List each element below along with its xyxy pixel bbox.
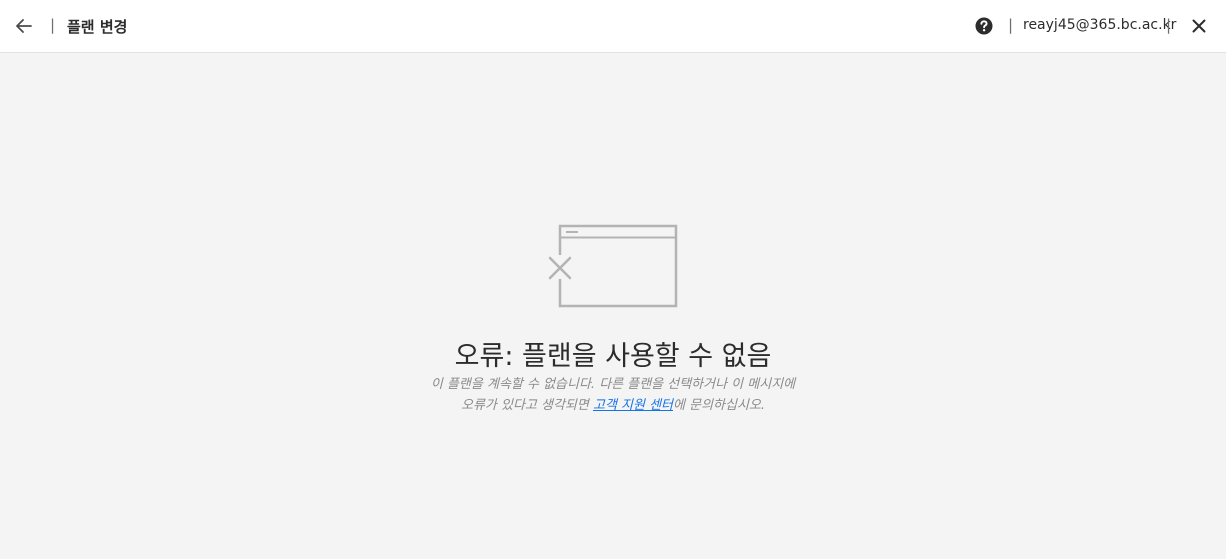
page-title: 플랜 변경 [67, 18, 128, 36]
header-separator: | [1166, 16, 1172, 34]
back-button[interactable] [12, 14, 36, 38]
error-description-text-end: 에 문의하십시오. [673, 398, 766, 413]
user-email: reayj45@365.bc.ac.kr [1023, 17, 1177, 33]
arrow-left-icon [16, 19, 32, 33]
header-separator: | [1008, 16, 1014, 34]
close-button[interactable] [1187, 14, 1211, 38]
help-button[interactable] [974, 16, 994, 36]
header-separator: | [50, 16, 56, 34]
customer-support-link[interactable]: 고객 지원 센터 [593, 398, 673, 413]
error-description: 이 플랜을 계속할 수 없습니다. 다른 플랜을 선택하거나 이 메시지에 오류… [428, 374, 798, 416]
top-bar: | 플랜 변경 | reayj45@365.bc.ac.kr | [0, 0, 1226, 53]
browser-window-error-icon [546, 223, 680, 309]
error-title: 오류: 플랜을 사용할 수 없음 [454, 341, 772, 372]
help-circle-icon [975, 17, 993, 35]
close-icon [1192, 19, 1206, 33]
